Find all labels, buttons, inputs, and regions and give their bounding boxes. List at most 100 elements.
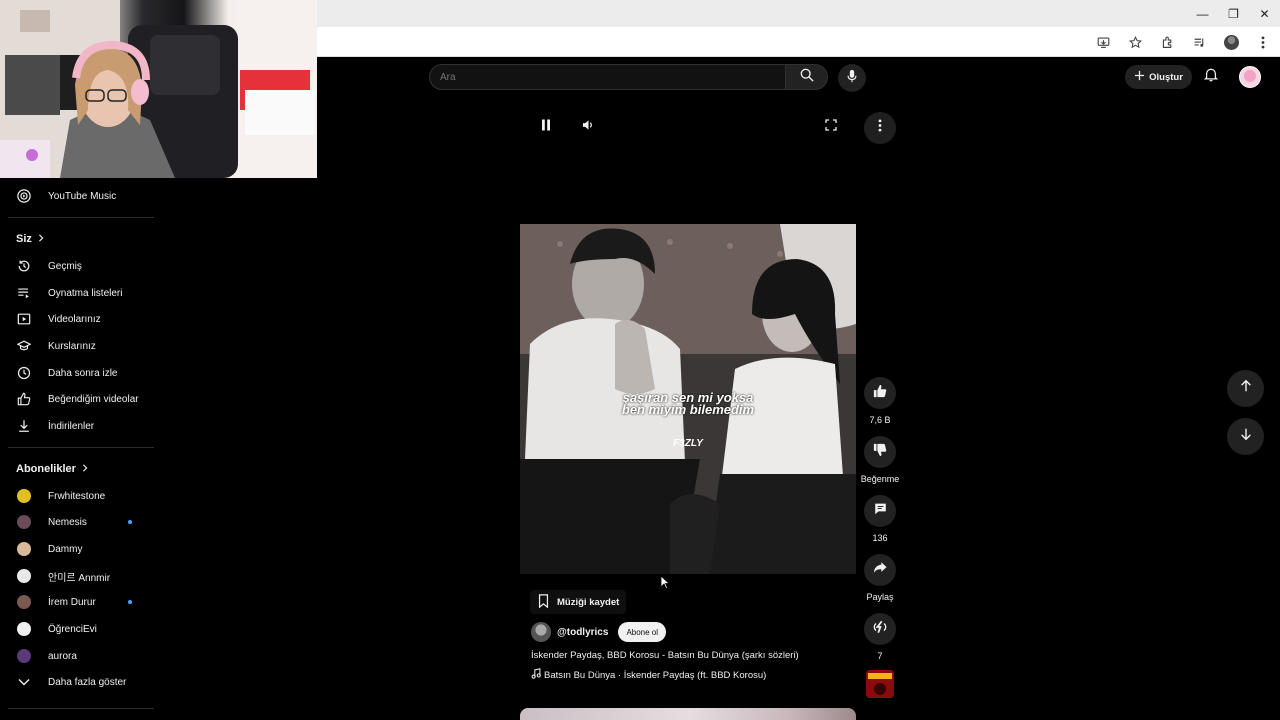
previous-video-button[interactable]	[1227, 370, 1264, 407]
like-count: 7,6 B	[869, 415, 891, 425]
thumbs-up-icon	[873, 384, 887, 403]
browser-menu-icon[interactable]	[1254, 33, 1272, 51]
search-icon	[800, 68, 814, 87]
save-music-button[interactable]: Müziği kaydet	[530, 590, 626, 614]
sidebar-item-label: Kurslarınız	[48, 340, 96, 352]
channel-row: @todlyrics Abone ol	[531, 622, 667, 642]
channel-avatar[interactable]	[531, 622, 551, 642]
like-button[interactable]	[864, 377, 896, 409]
sidebar-item-subscription[interactable]: İrem Durur	[0, 589, 156, 615]
channel-avatar	[17, 489, 31, 503]
extensions-icon[interactable]	[1158, 33, 1176, 51]
short-video[interactable]: şaşıran sen mi yoksa ben miyim bilemedim…	[520, 224, 856, 574]
create-button[interactable]: Oluştur	[1125, 65, 1192, 89]
sidebar-item-history[interactable]: Geçmiş	[0, 253, 156, 279]
dislike-action: Beğenme	[850, 436, 910, 484]
thumbs-down-icon	[873, 443, 887, 462]
sidebar-item-playlists[interactable]: Oynatma listeleri	[0, 280, 156, 306]
sound-thumbnail[interactable]	[866, 670, 894, 698]
sidebar-item-youtube-music[interactable]: YouTube Music	[0, 183, 156, 209]
create-button-label: Oluştur	[1149, 71, 1183, 83]
restore-icon[interactable]: ❐	[1218, 0, 1249, 27]
new-content-indicator	[128, 520, 132, 524]
comments-button[interactable]	[864, 495, 896, 527]
share-button[interactable]	[864, 554, 896, 586]
section-header-you[interactable]: Siz	[16, 233, 44, 245]
sidebar-item-liked-videos[interactable]: Beğendiğim videolar	[0, 386, 156, 412]
share-label: Paylaş	[866, 592, 894, 602]
video-title[interactable]: İskender Paydaş, BBD Korosu - Batsın Bu …	[531, 650, 799, 661]
channel-avatar	[17, 542, 31, 556]
pause-button[interactable]	[537, 118, 555, 136]
downloads-icon	[16, 418, 32, 434]
fullscreen-icon	[825, 118, 837, 136]
arrow-up-icon	[1239, 379, 1253, 398]
volume-button[interactable]	[579, 118, 597, 136]
minimize-icon[interactable]: —	[1187, 0, 1218, 27]
sidebar-item-label: İndirilenler	[48, 420, 95, 432]
sidebar-divider	[8, 217, 154, 218]
subscribe-button[interactable]: Abone ol	[618, 622, 667, 642]
sidebar-divider	[8, 447, 154, 448]
sidebar-item-label: Nemesis	[48, 516, 87, 528]
sidebar-item-label: aurora	[48, 650, 77, 662]
sidebar-item-subscription[interactable]: aurora	[0, 643, 156, 669]
sidebar-item-courses[interactable]: Kurslarınız	[0, 333, 156, 359]
sidebar-item-downloads[interactable]: İndirilenler	[0, 413, 156, 439]
close-icon[interactable]: ✕	[1249, 0, 1280, 27]
notifications-button[interactable]	[1201, 67, 1221, 87]
section-header-label: Abonelikler	[16, 463, 76, 475]
courses-icon	[16, 338, 32, 354]
chevron-down-icon	[16, 674, 32, 690]
music-link[interactable]: Batsın Bu Dünya · İskender Paydaş (ft. B…	[531, 668, 766, 682]
install-app-icon[interactable]	[1094, 33, 1112, 51]
comment-icon	[874, 502, 887, 520]
bookmark-icon	[538, 593, 549, 611]
sidebar-item-label: Daha sonra izle	[48, 367, 118, 379]
remix-button[interactable]	[864, 613, 896, 645]
profile-avatar-icon[interactable]	[1222, 33, 1240, 51]
account-avatar[interactable]	[1239, 66, 1261, 88]
sidebar-item-subscription[interactable]: ÖğrenciEvi	[0, 616, 156, 642]
sidebar-item-subscription[interactable]: Frwhitestone	[0, 483, 156, 509]
window-controls: — ❐ ✕	[1187, 0, 1280, 27]
sidebar-item-label: Daha fazla göster	[48, 676, 127, 688]
sidebar-item-label: Oynatma listeleri	[48, 287, 123, 299]
channel-avatar	[17, 649, 31, 663]
sidebar-item-label: ÖğrenciEvi	[48, 623, 97, 635]
channel-name[interactable]: @todlyrics	[557, 627, 608, 638]
voice-search-button[interactable]	[838, 64, 866, 92]
arrow-down-icon	[1239, 427, 1253, 446]
like-action: 7,6 B	[850, 377, 910, 425]
share-icon	[873, 561, 887, 579]
search-button[interactable]	[785, 64, 828, 90]
microphone-icon	[846, 69, 858, 88]
volume-icon	[582, 118, 595, 136]
more-options-button[interactable]	[864, 112, 896, 144]
sidebar-item-watch-later[interactable]: Daha sonra izle	[0, 360, 156, 386]
more-vertical-icon	[878, 119, 882, 137]
music-note-icon	[531, 668, 541, 682]
sidebar-item-subscription[interactable]: Nemesis	[0, 509, 156, 535]
next-video-button[interactable]	[1227, 418, 1264, 455]
channel-avatar	[17, 622, 31, 636]
plus-icon	[1134, 70, 1145, 84]
sidebar-item-your-videos[interactable]: Videolarınız	[0, 306, 156, 332]
sidebar-item-subscription[interactable]: Dammy	[0, 536, 156, 562]
search-box	[429, 64, 786, 90]
comment-count: 136	[872, 533, 888, 543]
next-short-preview[interactable]	[520, 708, 856, 720]
bookmark-star-icon[interactable]	[1126, 33, 1144, 51]
music-link-label: Batsın Bu Dünya · İskender Paydaş (ft. B…	[544, 669, 767, 681]
sidebar-item-subscription[interactable]: 안미르 Annmir	[0, 563, 156, 589]
sidebar-show-more[interactable]: Daha fazla göster	[0, 669, 156, 695]
remix-action: 7	[850, 613, 910, 661]
watch-later-icon	[16, 365, 32, 381]
remix-icon	[873, 620, 887, 639]
media-controls-icon[interactable]	[1190, 33, 1208, 51]
section-header-subscriptions[interactable]: Abonelikler	[16, 463, 88, 475]
sidebar-item-label: YouTube Music	[48, 190, 117, 202]
fullscreen-button[interactable]	[822, 118, 840, 136]
dislike-button[interactable]	[864, 436, 896, 468]
search-input[interactable]	[430, 65, 785, 89]
